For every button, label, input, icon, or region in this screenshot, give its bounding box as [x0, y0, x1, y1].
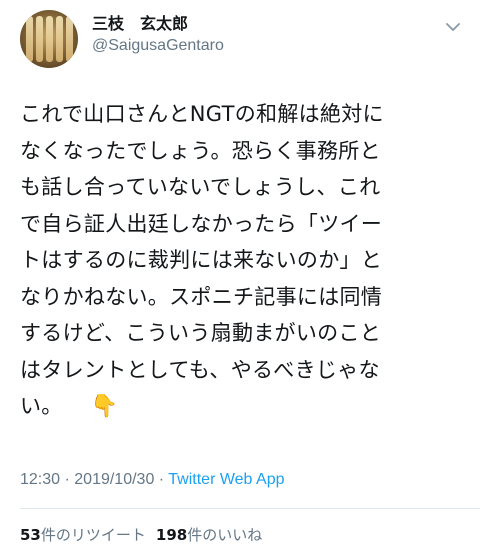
tweet-text-line: なりかねない。スポニチ記事には同情 [20, 284, 383, 309]
likes-count: 198 [155, 526, 188, 544]
avatar-decoration [46, 16, 53, 62]
tweet-text-line: い。 [20, 394, 63, 418]
tweet-text: これで山口さんとNGTの和解は絶対に なくなったでしょう。恐らく事務所と も話し… [20, 96, 470, 426]
backhand-pointing-down-icon: 👇 [90, 394, 119, 419]
tweet-text-line: も話し合っていないでしょうし、これ [20, 175, 381, 199]
tweet-time[interactable]: 12:30 [20, 471, 60, 488]
retweets-count: 53 [20, 526, 41, 544]
tweet-text-line: これで山口さんとNGTの和解は絶対に [20, 102, 384, 126]
chevron-down-icon[interactable] [446, 22, 460, 32]
avatar-decoration [56, 16, 63, 62]
tweet-text-line-last: い。 👇 [20, 388, 470, 426]
retweets-label: 件のリツイート [40, 526, 146, 544]
tweet-text-line: するけど、こういう扇動まがいのこと [20, 321, 382, 345]
tweet-meta: 12:30 · 2019/10/30 · Twitter Web App [20, 471, 284, 489]
divider [20, 508, 480, 509]
author-handle[interactable]: @SaigusaGentaro [92, 36, 224, 56]
tweet-stats: 53件のリツイート 198件のいいね [20, 524, 262, 545]
tweet-text-line: で自ら証人出廷しなかったら「ツイー [20, 211, 383, 236]
avatar[interactable] [20, 10, 78, 68]
meta-separator: · [154, 471, 169, 488]
retweets-stat[interactable]: 53件のリツイート [20, 526, 146, 544]
avatar-decoration [26, 16, 33, 62]
tweet-card: 三枝 玄太郎 @SaigusaGentaro これで山口さんとNGTの和解は絶対… [0, 0, 480, 553]
author-block[interactable]: 三枝 玄太郎 @SaigusaGentaro [92, 14, 224, 56]
tweet-text-line: はタレントとしても、やるべきじゃな [20, 357, 380, 382]
likes-stat[interactable]: 198件のいいね [156, 526, 262, 544]
tweet-date[interactable]: 2019/10/30 [74, 471, 154, 488]
tweet-source-link[interactable]: Twitter Web App [168, 471, 284, 488]
tweet-text-line: トはするのに裁判には来ないのか」と [20, 248, 383, 272]
avatar-decoration [36, 16, 43, 62]
avatar-decoration [66, 16, 73, 62]
author-display-name[interactable]: 三枝 玄太郎 [92, 14, 224, 34]
likes-label: 件のいいね [187, 526, 263, 544]
meta-separator: · [60, 471, 75, 488]
tweet-text-line: なくなったでしょう。恐らく事務所と [20, 138, 381, 163]
